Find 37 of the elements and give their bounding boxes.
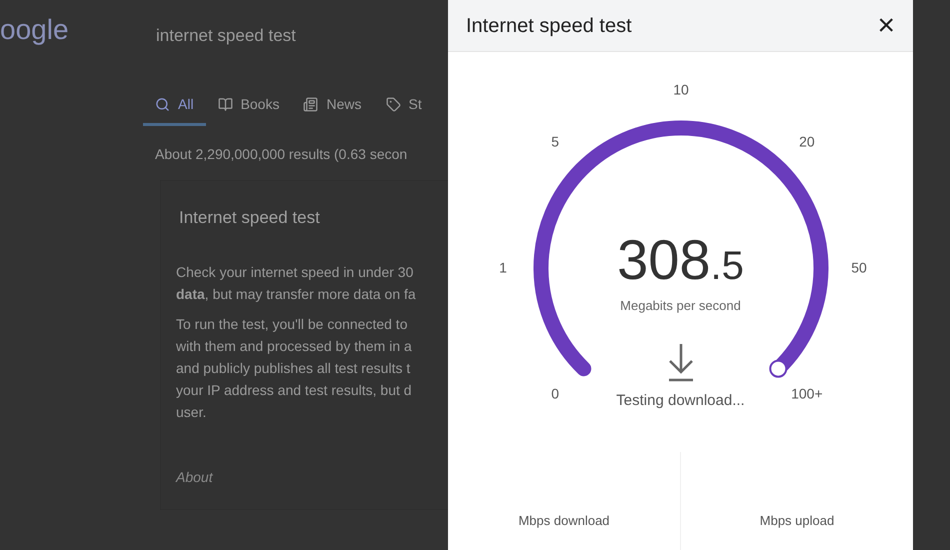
search-tab[interactable]: News [291,86,374,126]
search-icon [155,97,170,112]
tag-icon [386,97,400,112]
logo: oogle [0,16,69,44]
gauge-tick-label: 10 [673,80,689,100]
speed-value: 308 [617,232,711,288]
gauge-tick-label: 20 [799,132,815,152]
gauge-tick-label: 0 [551,384,560,404]
gauge-tick-label: 100+ [791,384,823,404]
card-title: Internet speed test [179,207,320,229]
gauge-tick-label: 5 [551,132,560,152]
search-tab[interactable]: All [143,86,206,126]
description-line: and publicly publishes all test results t [176,359,412,378]
speed-decimal: .5 [710,246,744,286]
search-tab[interactable]: Books [206,86,292,126]
description-line: To run the test, you'll be connected to [176,315,408,334]
gauge-tick-label: 50 [851,258,867,278]
description-line: user. [176,403,208,422]
description-line: data, but may transfer more data on fa [176,285,416,304]
book-icon [218,97,233,112]
dialog-title: Internet speed test [466,14,632,38]
status-text: Testing download... [616,390,745,410]
result-label: Mbps download [518,512,610,530]
news-icon [303,97,318,112]
search-query: internet speed test [156,25,296,47]
description-line: with them and processed by them in a [176,337,413,356]
close-button[interactable]: × [877,10,895,40]
results-count: About 2,290,000,000 results (0.63 secon [155,145,408,164]
result-label: Mbps upload [760,512,834,530]
description-line: Check your internet speed in under 30 [176,263,414,282]
description-line: your IP address and test results, but d [176,381,413,400]
gauge-tick-label: 1 [499,258,507,278]
about-link[interactable]: About [176,467,213,488]
gauge-knob [769,360,788,378]
download-icon [666,342,694,382]
search-tab[interactable]: St [374,86,434,126]
unit-label: Megabits per second [620,297,741,315]
